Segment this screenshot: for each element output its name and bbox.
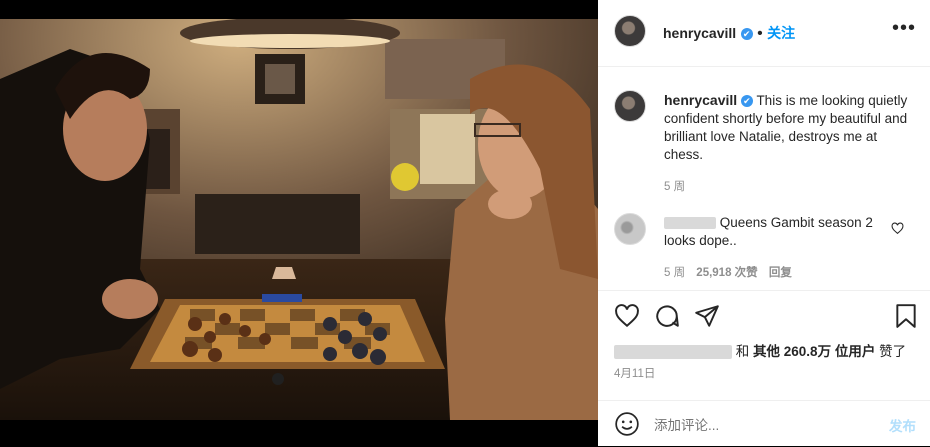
post-photo[interactable] [0, 19, 598, 420]
post-header: henrycavill ✔ • 关注 ••• [598, 0, 930, 67]
post-date[interactable]: 4月11日 [614, 365, 655, 381]
bookmark-icon[interactable] [894, 303, 918, 334]
reply-button[interactable]: 回复 [769, 267, 792, 279]
more-options-icon[interactable]: ••• [892, 18, 916, 38]
comment-body: Queens Gambit season 2 looks dope.. [664, 214, 879, 250]
caption-avatar[interactable] [614, 90, 646, 122]
post-sidebar: henrycavill ✔ • 关注 ••• henrycavill ✔ Thi… [598, 0, 930, 446]
verified-badge-icon: ✔ [740, 95, 753, 108]
comment-composer: 发布 [598, 400, 930, 447]
paper-plane-icon[interactable] [694, 303, 720, 334]
header-author: henrycavill ✔ • 关注 [663, 23, 795, 43]
comment-like-count[interactable]: 25,918 次赞 [696, 267, 757, 279]
liker-username-redacted[interactable] [614, 345, 732, 360]
caption-body: henrycavill ✔ This is me looking quietly… [664, 91, 919, 164]
follow-button[interactable]: 关注 [767, 25, 795, 41]
comments-panel: henrycavill ✔ This is me looking quietly… [598, 67, 930, 290]
comment-input[interactable] [652, 413, 871, 437]
chess-scene-image [0, 19, 598, 420]
smiley-icon[interactable] [614, 411, 640, 442]
speech-bubble-icon[interactable] [654, 303, 680, 334]
comment-age: 5 周 [664, 267, 686, 279]
comment-meta: 5 周 25,918 次赞 回复 [664, 264, 792, 280]
author-username[interactable]: henrycavill [663, 25, 736, 41]
verified-badge-icon: ✔ [740, 27, 753, 40]
comment-like-heart-icon[interactable] [891, 222, 904, 240]
caption-age: 5 周 [664, 181, 686, 193]
post-actions: 和 其他 260.8万 位用户 赞了 4月11日 [598, 290, 930, 401]
heart-icon[interactable] [614, 303, 640, 334]
commenter-username-redacted[interactable] [664, 217, 716, 230]
commenter-avatar[interactable] [614, 213, 646, 245]
caption-username[interactable]: henrycavill [664, 92, 737, 108]
likes-connector: 和 [735, 344, 750, 359]
author-avatar[interactable] [614, 15, 646, 47]
likes-summary: 和 其他 260.8万 位用户 赞了 [614, 340, 906, 360]
dot-separator: • [757, 25, 763, 42]
post-comment-button[interactable]: 发布 [889, 415, 916, 435]
likes-suffix: 赞了 [879, 344, 907, 359]
post-media-pane [0, 0, 598, 446]
likes-others-button[interactable]: 其他 260.8万 位用户 [753, 344, 875, 359]
